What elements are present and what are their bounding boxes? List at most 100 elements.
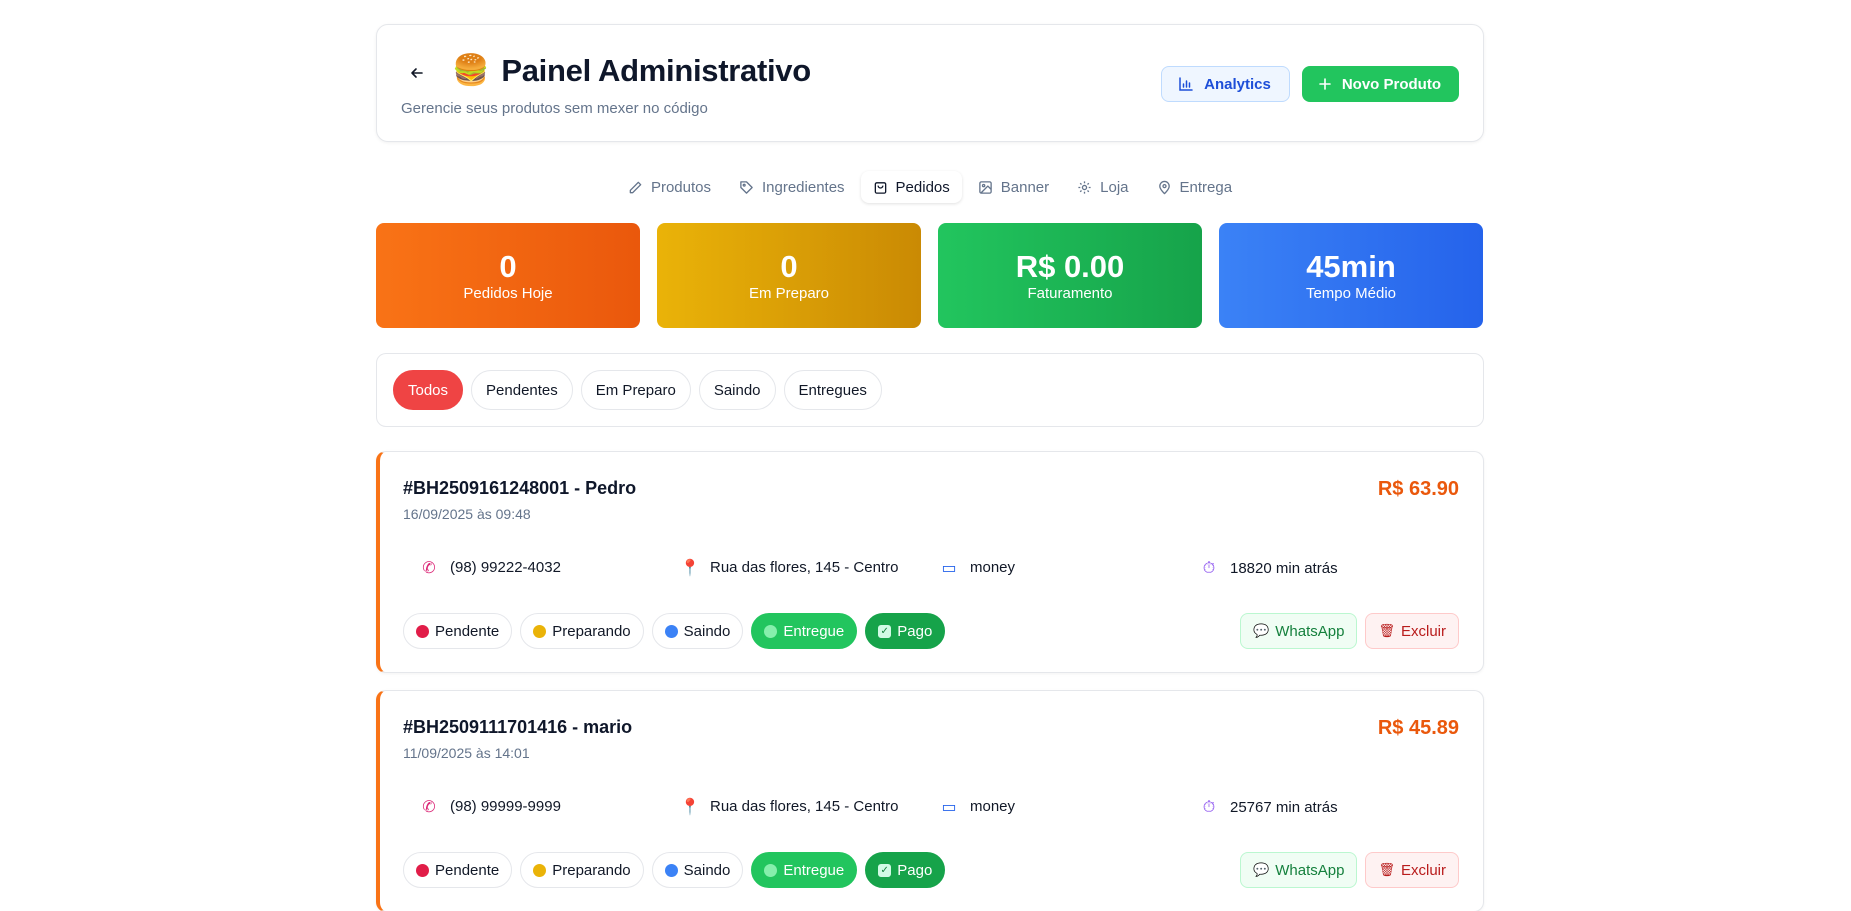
status-pendente-button[interactable]: Pendente [403,852,513,888]
status-saindo-button[interactable]: Saindo [651,613,744,649]
stat-label: Pedidos Hoje [463,285,553,302]
stopwatch-icon: ⏱ [1202,558,1216,577]
stat-value: 0 [780,249,798,284]
whatsapp-label: WhatsApp [1275,861,1345,879]
tab-entrega[interactable]: Entrega [1145,171,1245,203]
delete-label: Excluir [1400,622,1446,640]
order-elapsed: ⏱ 25767 min atrás [1200,797,1338,817]
status-saindo-button[interactable]: Saindo [651,852,744,888]
order-payment: ▭ money [940,797,1015,816]
stat-value: R$ 0.00 [1015,249,1125,284]
tab-loja[interactable]: Loja [1065,171,1140,203]
stat-card-orders-today: 0 Pedidos Hoje [376,223,640,328]
shopping-bag-icon [874,181,886,194]
elapsed-text: 18820 min atrás [1230,559,1338,577]
status-entregue-button[interactable]: Entregue [751,613,858,649]
order-actions: 💬 WhatsApp 🗑 Excluir [1240,613,1459,649]
order-phone: ✆ (98) 99222-4032 [420,558,561,577]
order-phone: ✆ (98) 99999-9999 [420,797,561,816]
filter-pendentes[interactable]: Pendentes [471,370,573,410]
status-label: Pendente [435,622,500,640]
paid-button[interactable]: ✓ Pago [865,852,946,888]
order-id: #BH2509161248001 - Pedro [403,478,637,498]
delete-label: Excluir [1400,861,1446,879]
credit-card-icon: ▭ [941,558,957,577]
title-row: 🍔 Painel Administrativo [452,53,811,89]
trash-icon: 🗑 [1378,862,1395,878]
trash-icon: 🗑 [1378,623,1395,639]
tab-ingredientes[interactable]: Ingredientes [727,171,857,203]
stat-value: 45min [1306,249,1396,284]
order-id: #BH2509111701416 - mario [403,717,633,737]
whatsapp-button[interactable]: 💬 WhatsApp [1240,613,1358,649]
pencil-icon [629,181,642,193]
stopwatch-icon: ⏱ [1202,797,1216,816]
status-entregue-button[interactable]: Entregue [751,852,858,888]
order-address: 📍 Rua das flores, 145 - Centro [680,558,898,577]
tab-label: Produtos [650,178,711,196]
stat-label: Faturamento [1027,285,1113,302]
payment-text: money [970,798,1016,815]
status-pendente-button[interactable]: Pendente [403,613,513,649]
blue-dot-icon [664,863,678,877]
tab-label: Ingredientes [761,178,845,196]
order-total: R$ 45.89 [1377,717,1459,739]
stat-card-average-time: 45min Tempo Médio [1219,223,1483,328]
whatsapp-button[interactable]: 💬 WhatsApp [1240,852,1358,888]
back-button[interactable] [401,57,433,89]
status-label: Preparando [552,622,631,640]
order-date: 11/09/2025 às 14:01 [403,745,530,761]
bar-chart-icon [1179,77,1193,91]
status-label: Saindo [683,861,731,879]
speech-bubble-icon: 💬 [1253,623,1270,639]
status-label: Entregue [783,622,845,640]
stats-row: 0 Pedidos Hoje 0 Em Preparo R$ 0.00 Fatu… [376,223,1484,328]
filter-entregues[interactable]: Entregues [783,370,882,410]
tag-icon [740,180,753,194]
stat-value: 0 [499,249,517,284]
status-preparando-button[interactable]: Preparando [520,852,644,888]
status-label: Pago [897,861,933,879]
burger-icon: 🍔 [452,53,490,88]
tab-label: Banner [1000,178,1050,196]
order-date: 16/09/2025 às 09:48 [403,506,531,522]
arrow-left-icon [411,68,423,78]
status-preparando-button[interactable]: Preparando [520,613,644,649]
tab-pedidos[interactable]: Pedidos [860,171,962,203]
red-dot-icon [416,624,429,638]
delete-button[interactable]: 🗑 Excluir [1365,613,1459,649]
filter-saindo[interactable]: Saindo [698,370,776,410]
status-label: Pago [897,622,933,640]
tab-banner[interactable]: Banner [966,171,1061,203]
payment-text: money [970,559,1016,576]
green-dot-icon [764,624,778,638]
order-elapsed: ⏱ 18820 min atrás [1200,558,1338,578]
analytics-button[interactable]: Analytics [1161,66,1290,102]
pin-icon: 📍 [680,797,700,816]
address-text: Rua das flores, 145 - Centro [710,559,899,576]
speech-bubble-icon: 💬 [1253,862,1270,878]
status-actions: Pendente Preparando Saindo Entregue ✓ Pa… [403,613,946,649]
order-actions: 💬 WhatsApp 🗑 Excluir [1240,852,1459,888]
tab-produtos[interactable]: Produtos [616,171,723,203]
page-subtitle: Gerencie seus produtos sem mexer no códi… [401,100,708,117]
stat-label: Tempo Médio [1305,285,1397,302]
map-pin-icon [1158,180,1170,194]
paid-button[interactable]: ✓ Pago [865,613,946,649]
plus-icon [1319,78,1331,90]
order-address: 📍 Rua das flores, 145 - Centro [680,797,898,816]
status-actions: Pendente Preparando Saindo Entregue ✓ Pa… [403,852,946,888]
delete-button[interactable]: 🗑 Excluir [1365,852,1459,888]
status-label: Pendente [435,861,500,879]
phone-icon: ✆ [422,558,436,577]
yellow-dot-icon [533,863,547,877]
phone-icon: ✆ [422,797,436,816]
status-label: Saindo [683,622,731,640]
filter-todos[interactable]: Todos [393,370,464,410]
admin-panel: 🍔 Painel Administrativo Gerencie seus pr… [376,24,1484,911]
elapsed-text: 25767 min atrás [1230,798,1338,816]
gear-icon [1078,180,1091,194]
tab-label: Loja [1100,178,1129,196]
filter-em-preparo[interactable]: Em Preparo [580,370,691,410]
new-product-button[interactable]: Novo Produto [1301,66,1459,102]
